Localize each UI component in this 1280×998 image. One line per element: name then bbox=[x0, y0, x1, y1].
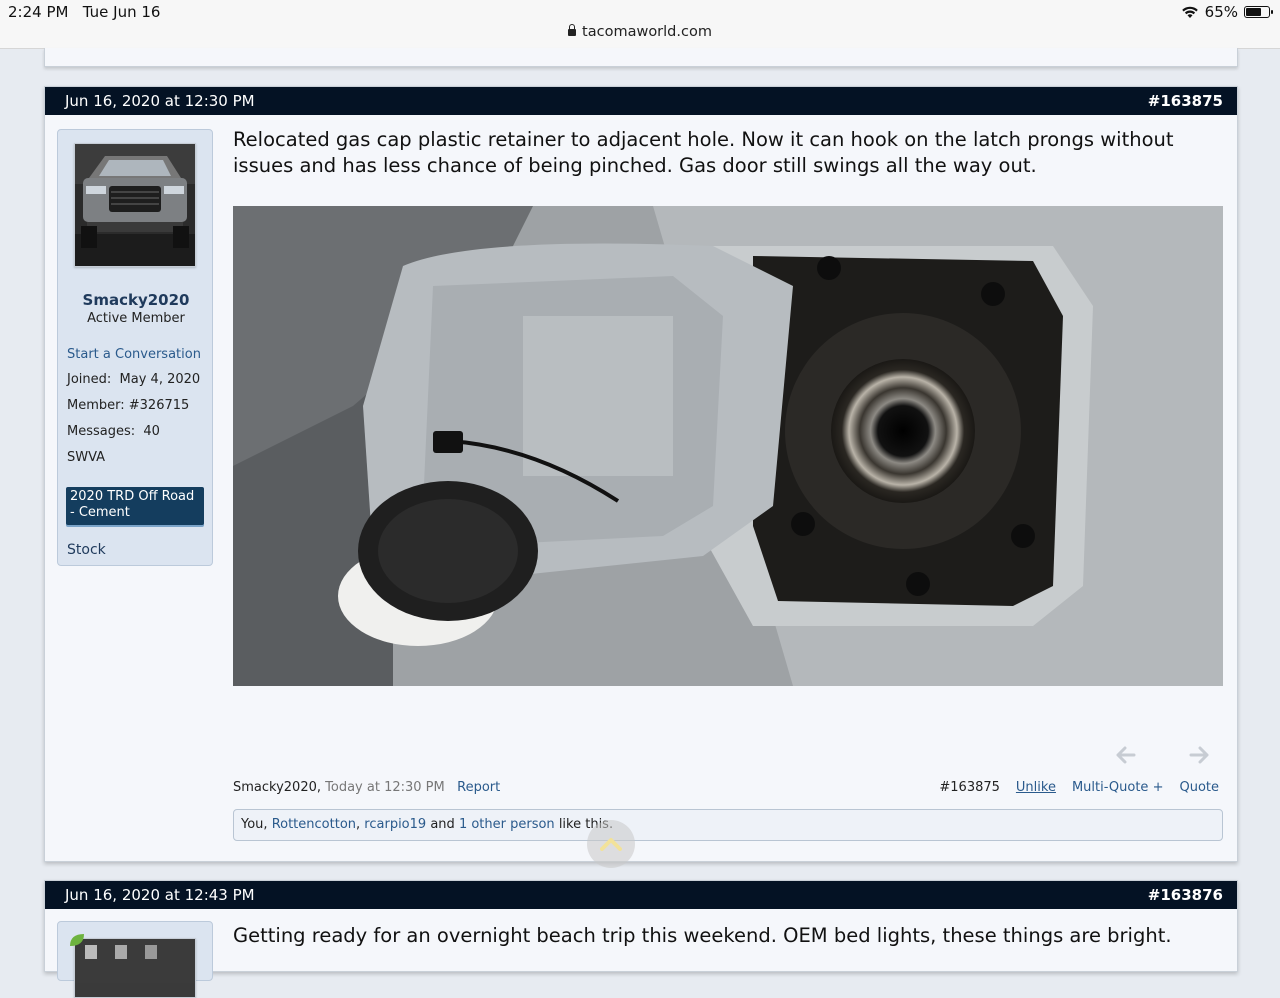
arrow-right-icon[interactable] bbox=[1188, 743, 1212, 767]
post-attachment-photo[interactable] bbox=[233, 206, 1223, 686]
joined-line: Joined: May 4, 2020 bbox=[67, 372, 200, 387]
likes-and: and bbox=[430, 817, 455, 832]
clock: 2:24 PM bbox=[8, 3, 69, 21]
lock-icon bbox=[568, 24, 577, 36]
arrow-left-icon[interactable] bbox=[1113, 743, 1137, 767]
gas-cap-photo bbox=[233, 206, 1223, 686]
start-conversation-link[interactable]: Start a Conversation bbox=[67, 347, 201, 362]
joined-value: May 4, 2020 bbox=[119, 372, 201, 387]
post-header: Jun 16, 2020 at 12:43 PM #163876 bbox=[45, 881, 1237, 909]
post-footer: Smacky2020, Today at 12:30 PM Report #16… bbox=[233, 780, 1219, 800]
scroll-to-top-button[interactable] bbox=[587, 820, 635, 868]
like-user-link[interactable]: Rottencotton bbox=[272, 817, 356, 832]
likes-others-link[interactable]: 1 other person bbox=[459, 817, 555, 832]
username-link[interactable]: Smacky2020 bbox=[58, 291, 214, 309]
post-number-footer[interactable]: #163875 bbox=[939, 780, 1000, 795]
avatar-truck-image bbox=[75, 144, 195, 266]
likes-summary: You, Rottencotton, rcarpio19 and 1 other… bbox=[233, 809, 1223, 841]
member-value: #326715 bbox=[128, 398, 190, 413]
browser-status-bar: 2:24 PM Tue Jun 16 65% tacomaworld.com bbox=[0, 0, 1280, 49]
post-header: Jun 16, 2020 at 12:30 PM #163875 bbox=[45, 87, 1237, 115]
joined-label: Joined: bbox=[67, 372, 112, 387]
url-text: tacomaworld.com bbox=[582, 24, 712, 40]
post-message: Getting ready for an overnight beach tri… bbox=[233, 924, 1172, 947]
avatar[interactable] bbox=[74, 143, 196, 267]
battery-percent: 65% bbox=[1204, 3, 1238, 21]
post-date: Jun 16, 2020 at 12:30 PM bbox=[65, 92, 255, 110]
author-link[interactable]: Smacky2020, bbox=[233, 780, 321, 795]
user-title: Active Member bbox=[87, 311, 185, 326]
messages-value[interactable]: 40 bbox=[143, 424, 160, 439]
vehicle-badge: 2020 TRD Off Road - Cement bbox=[66, 487, 204, 525]
user-info-panel: Smacky2020 Active Member Start a Convers… bbox=[57, 129, 213, 566]
leaf-icon bbox=[70, 934, 84, 946]
address-bar[interactable]: tacomaworld.com bbox=[0, 24, 1280, 40]
post-number-link[interactable]: #163876 bbox=[1148, 886, 1223, 904]
custom-field: Stock bbox=[67, 542, 106, 558]
chevron-up-icon bbox=[600, 838, 622, 851]
post-message: Relocated gas cap plastic retainer to ad… bbox=[233, 128, 1174, 177]
status-indicators: 65% bbox=[1181, 3, 1273, 21]
like-user-link[interactable]: rcarpio19 bbox=[364, 817, 426, 832]
date: Tue Jun 16 bbox=[82, 3, 161, 21]
report-link[interactable]: Report bbox=[457, 780, 500, 795]
member-line: Member: #326715 bbox=[67, 398, 189, 413]
user-info-panel bbox=[57, 921, 213, 998]
post-meta: Smacky2020, Today at 12:30 PM Report bbox=[233, 780, 500, 795]
messages-line: Messages: 40 bbox=[67, 424, 160, 439]
likes-separator: , bbox=[356, 817, 361, 832]
avatar-image bbox=[75, 939, 195, 983]
quote-link[interactable]: Quote bbox=[1179, 780, 1219, 795]
battery-icon bbox=[1244, 6, 1273, 18]
multi-quote-link[interactable]: Multi-Quote + bbox=[1072, 780, 1164, 795]
post-number-link[interactable]: #163875 bbox=[1148, 92, 1223, 110]
wifi-icon bbox=[1181, 6, 1198, 18]
post-date: Jun 16, 2020 at 12:43 PM bbox=[65, 886, 255, 904]
status-time: 2:24 PM Tue Jun 16 bbox=[8, 3, 160, 21]
likes-you: You, bbox=[241, 817, 268, 832]
member-label: Member: bbox=[67, 398, 125, 413]
avatar[interactable] bbox=[74, 938, 196, 998]
post-time[interactable]: Today at 12:30 PM bbox=[325, 780, 445, 795]
user-location: SWVA bbox=[67, 450, 106, 465]
post-163876: Jun 16, 2020 at 12:43 PM #163876 Getting… bbox=[44, 880, 1238, 998]
post-actions: #163875 Unlike Multi-Quote + Quote bbox=[939, 780, 1219, 795]
messages-label: Messages: bbox=[67, 424, 136, 439]
unlike-link[interactable]: Unlike bbox=[1016, 780, 1056, 795]
post-163875: Jun 16, 2020 at 12:30 PM #163875 Smacky2… bbox=[44, 86, 1238, 862]
previous-post bbox=[44, 48, 1238, 67]
